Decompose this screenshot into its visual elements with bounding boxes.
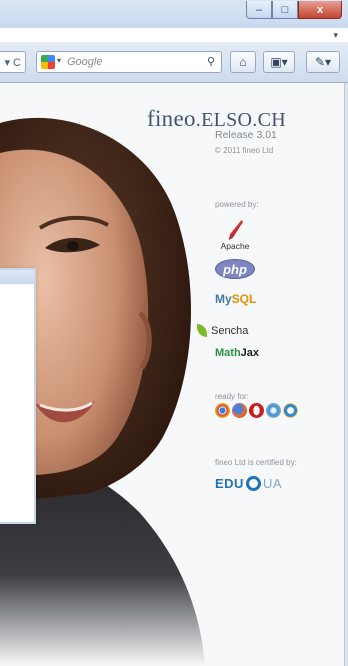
browser-icons xyxy=(215,403,298,418)
ie-icon xyxy=(283,403,298,418)
brand-name: fineo xyxy=(147,106,196,131)
php-logo: php xyxy=(215,259,255,279)
release-label: Release 3.01 xyxy=(215,129,277,141)
maximize-button[interactable]: □ xyxy=(272,1,298,19)
powered-by-heading: powered by: xyxy=(215,200,259,209)
window-controls: – □ x xyxy=(246,1,342,19)
mysql-logo: MySQL xyxy=(215,292,256,306)
chrome-icon xyxy=(215,403,230,418)
mysql-sql: SQL xyxy=(231,292,257,306)
search-icon[interactable]: ⚲ xyxy=(207,55,215,68)
ready-for-heading: ready for: xyxy=(215,392,249,401)
home-button[interactable]: ⌂ xyxy=(230,51,256,73)
tab-list-chevron-icon[interactable]: ▾ xyxy=(333,30,338,41)
bookmarks-button[interactable]: ▣▾ xyxy=(263,51,295,73)
eduqua-ua: UA xyxy=(262,476,283,491)
apache-label: Apache xyxy=(220,241,250,251)
mathjax-jax: Jax xyxy=(240,347,260,359)
search-box[interactable]: ▾ Google ⚲ xyxy=(36,51,222,73)
copyright: © 2011 fineo Ltd xyxy=(215,146,274,155)
mathjax-math: Math xyxy=(215,347,241,359)
apache-logo: Apache xyxy=(215,220,255,251)
extension-button[interactable]: ✎▾ xyxy=(306,51,340,73)
firefox-icon xyxy=(232,403,247,418)
sencha-leaf-icon xyxy=(197,324,207,337)
apache-feather-icon xyxy=(228,220,243,240)
eduqua-logo: EDU UA xyxy=(215,476,282,491)
eduqua-edu: EDU xyxy=(215,476,244,491)
sencha-logo: Sencha xyxy=(197,324,248,337)
dialog-header xyxy=(0,270,34,284)
search-engine-dropdown-icon[interactable]: ▾ xyxy=(57,56,61,65)
brand-suffix: .ELSO.CH xyxy=(195,109,286,131)
window-right-border xyxy=(344,83,348,666)
search-input[interactable]: Google xyxy=(67,56,102,68)
minimize-button[interactable]: – xyxy=(246,1,272,19)
window-titlebar: – □ x xyxy=(0,0,348,28)
navigation-toolbar: ▾ C ▾ Google ⚲ ⌂ ▣▾ ✎▾ xyxy=(0,42,348,83)
mysql-my: My xyxy=(215,292,232,306)
safari-icon xyxy=(266,403,281,418)
eduqua-q-icon xyxy=(245,476,261,491)
url-bar-end[interactable]: ▾ C xyxy=(0,51,26,73)
page-content: fineo.ELSO.CH Release 3.01 © 2011 fineo … xyxy=(0,83,348,666)
close-button[interactable]: x xyxy=(298,1,342,19)
sencha-label: Sencha xyxy=(211,324,249,337)
opera-icon xyxy=(249,403,264,418)
mathjax-logo: MathJax xyxy=(215,347,259,359)
login-dialog[interactable] xyxy=(0,268,36,524)
certified-heading: fineo Ltd is certified by: xyxy=(215,458,297,467)
google-icon[interactable] xyxy=(41,55,55,69)
